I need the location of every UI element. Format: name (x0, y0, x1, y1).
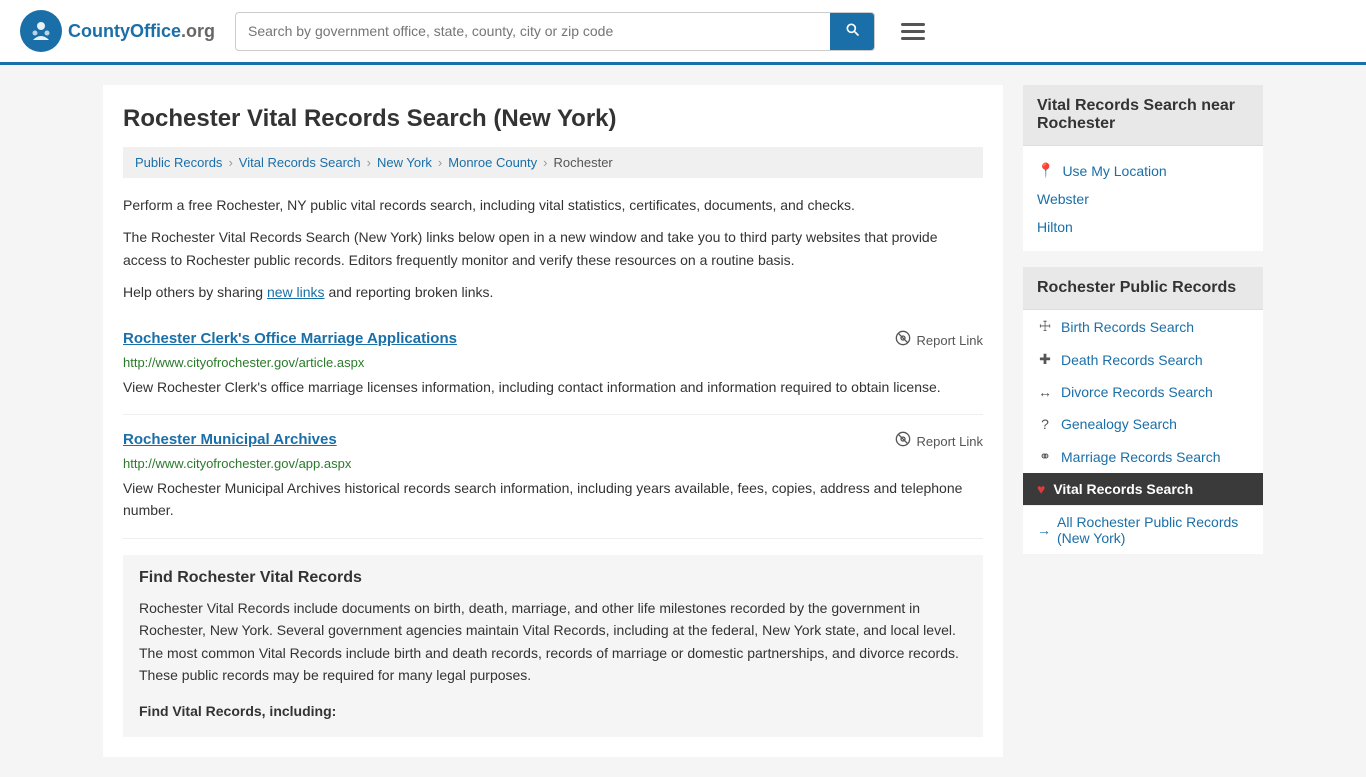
record-link-2[interactable]: Rochester Municipal Archives (123, 431, 337, 448)
record-desc-2: View Rochester Municipal Archives histor… (123, 477, 983, 522)
search-input[interactable] (236, 15, 830, 47)
page-description: Perform a free Rochester, NY public vita… (123, 194, 983, 304)
record-entry-1: Rochester Clerk's Office Marriage Applic… (123, 314, 983, 415)
record-url-1: http://www.cityofrochester.gov/article.a… (123, 355, 983, 370)
report-link-button-2[interactable]: Report Link (895, 431, 983, 452)
report-icon-2 (895, 431, 911, 452)
desc-para-1: Perform a free Rochester, NY public vita… (123, 194, 983, 216)
breadcrumb-new-york[interactable]: New York (377, 155, 432, 170)
logo-text: CountyOffice.org (68, 21, 215, 42)
find-subheading: Find Vital Records, including: (139, 700, 967, 722)
location-pin-icon: 📍 (1037, 162, 1054, 179)
sidebar-divorce-records-link[interactable]: ↔ Divorce Records Search (1023, 376, 1263, 408)
record-entry-2: Rochester Municipal Archives Report Link… (123, 415, 983, 539)
record-header-1: Rochester Clerk's Office Marriage Applic… (123, 330, 983, 351)
logo-icon (20, 10, 62, 52)
record-url-2: http://www.cityofrochester.gov/app.aspx (123, 456, 983, 471)
record-title-1: Rochester Clerk's Office Marriage Applic… (123, 330, 457, 347)
sidebar-death-records-link[interactable]: ✚ Death Records Search (1023, 343, 1263, 376)
record-url-link-1[interactable]: http://www.cityofrochester.gov/article.a… (123, 355, 364, 370)
record-desc-1: View Rochester Clerk's office marriage l… (123, 376, 983, 398)
breadcrumb: Public Records › Vital Records Search › … (123, 147, 983, 178)
record-url-link-2[interactable]: http://www.cityofrochester.gov/app.aspx (123, 456, 351, 471)
arrow-right-icon: → (1037, 522, 1051, 538)
search-bar (235, 12, 875, 51)
sidebar-all-records-link[interactable]: → All Rochester Public Records (New York… (1023, 505, 1263, 554)
sidebar-vital-records-active[interactable]: ♥ Vital Records Search (1023, 473, 1263, 505)
breadcrumb-vital-records-search[interactable]: Vital Records Search (239, 155, 361, 170)
breadcrumb-rochester: Rochester (554, 155, 613, 170)
use-my-location-item: 📍 Use My Location (1037, 156, 1249, 185)
sidebar: Vital Records Search near Rochester 📍 Us… (1023, 85, 1263, 757)
sidebar-public-records-title: Rochester Public Records (1023, 267, 1263, 310)
sidebar-nearby-webster[interactable]: Webster (1037, 185, 1249, 213)
site-logo[interactable]: CountyOffice.org (20, 10, 215, 52)
find-vital-records-section: Find Rochester Vital Records Rochester V… (123, 555, 983, 737)
sidebar-nearby-box: Vital Records Search near Rochester 📍 Us… (1023, 85, 1263, 251)
sidebar-nearby-title: Vital Records Search near Rochester (1023, 85, 1263, 146)
sidebar-marriage-records-link[interactable]: ⚭ Marriage Records Search (1023, 440, 1263, 473)
report-link-button-1[interactable]: Report Link (895, 330, 983, 351)
hamburger-menu-button[interactable] (895, 17, 931, 46)
sidebar-nearby-body: 📍 Use My Location Webster Hilton (1023, 146, 1263, 251)
page-title: Rochester Vital Records Search (New York… (123, 105, 983, 133)
sidebar-nearby-hilton[interactable]: Hilton (1037, 213, 1249, 241)
desc-para-3: Help others by sharing new links and rep… (123, 281, 983, 303)
record-link-1[interactable]: Rochester Clerk's Office Marriage Applic… (123, 330, 457, 347)
sidebar-birth-records-link[interactable]: ☩ Birth Records Search (1023, 310, 1263, 343)
page-container: Rochester Vital Records Search (New York… (83, 65, 1283, 777)
record-title-2: Rochester Municipal Archives (123, 431, 337, 448)
main-content: Rochester Vital Records Search (New York… (103, 85, 1003, 757)
sidebar-public-records-box: Rochester Public Records ☩ Birth Records… (1023, 267, 1263, 554)
new-links-link[interactable]: new links (267, 284, 325, 300)
breadcrumb-monroe-county[interactable]: Monroe County (448, 155, 537, 170)
genealogy-icon: ? (1037, 416, 1053, 432)
birth-records-icon: ☩ (1037, 318, 1053, 335)
vital-records-icon: ♥ (1037, 481, 1045, 497)
sidebar-genealogy-link[interactable]: ? Genealogy Search (1023, 408, 1263, 440)
site-header: CountyOffice.org (0, 0, 1366, 65)
desc-para-2: The Rochester Vital Records Search (New … (123, 226, 983, 271)
find-section-body: Rochester Vital Records include document… (139, 597, 967, 687)
search-button[interactable] (830, 13, 874, 50)
use-my-location-link[interactable]: Use My Location (1062, 163, 1166, 179)
death-records-icon: ✚ (1037, 351, 1053, 368)
report-icon-1 (895, 330, 911, 351)
divorce-records-icon: ↔ (1037, 384, 1053, 400)
record-header-2: Rochester Municipal Archives Report Link (123, 431, 983, 452)
breadcrumb-public-records[interactable]: Public Records (135, 155, 222, 170)
find-section-title: Find Rochester Vital Records (139, 569, 967, 587)
marriage-records-icon: ⚭ (1037, 448, 1053, 465)
